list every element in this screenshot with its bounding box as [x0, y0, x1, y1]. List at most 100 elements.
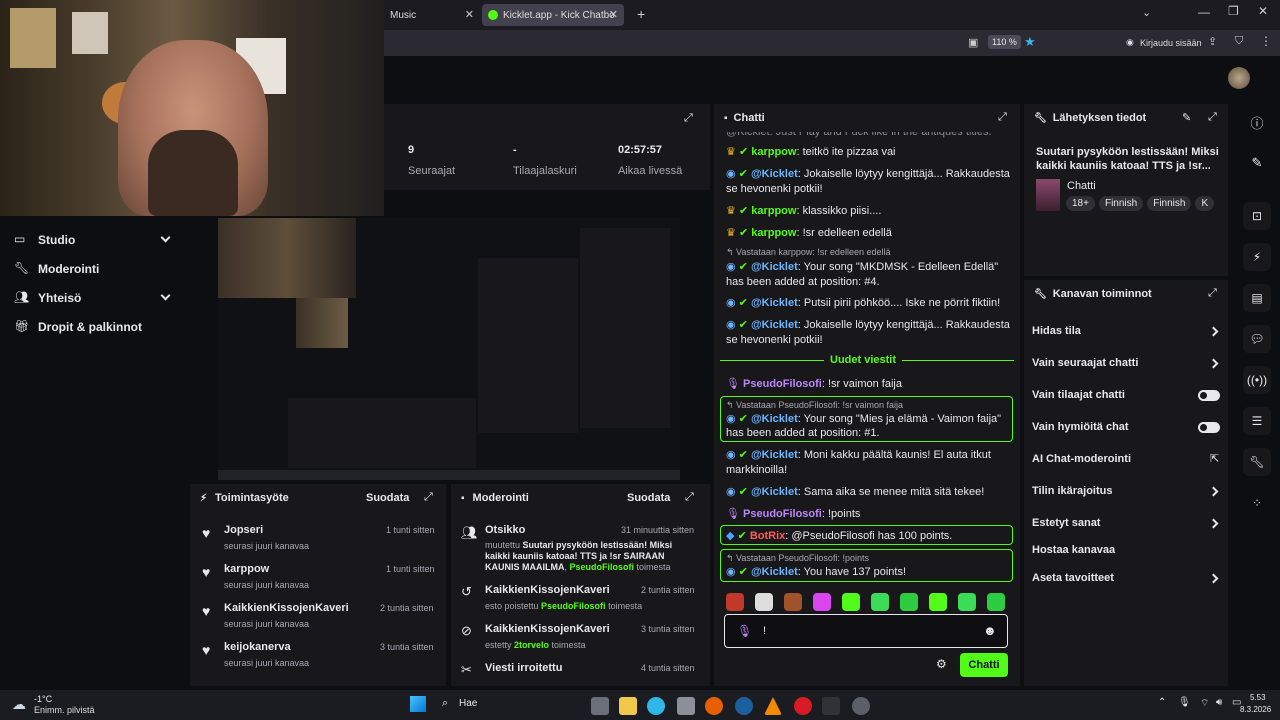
wifi-icon[interactable]: ⌔	[1200, 697, 1209, 710]
chat-username[interactable]: @Kicklet	[751, 168, 798, 180]
chat-input[interactable]: 🎙︎ ! ☻	[724, 614, 1008, 648]
subs-only-toggle[interactable]	[1198, 390, 1220, 401]
tab-kicklet[interactable]: Kicklet.app - Kick Chatbot and C ✕	[482, 4, 624, 26]
action-age-restriction[interactable]: Tilin ikärajoitus	[1024, 484, 1228, 500]
document-icon[interactable]: ▤	[1243, 284, 1271, 312]
mod-action[interactable]: KaikkienKissojenKaveri	[485, 584, 610, 596]
chat-bubble-icon[interactable]: 💬︎	[1243, 325, 1271, 353]
star-icon[interactable]: ★	[1024, 34, 1036, 50]
sidebar-item-community[interactable]: 👥︎ Yhteisö	[0, 288, 190, 308]
category-name[interactable]: Chatti	[1067, 180, 1096, 192]
chat-username[interactable]: @Kicklet	[751, 486, 798, 498]
emoji-icon[interactable]: ☻	[983, 623, 997, 638]
clock-time[interactable]: 5.53	[1250, 693, 1266, 702]
sidebar-item-moderation[interactable]: 🔧︎ Moderointi	[0, 259, 190, 279]
popout-icon[interactable]: ⤢	[998, 111, 1007, 124]
chat-username[interactable]: @Kicklet	[751, 566, 798, 578]
chevron-up-icon[interactable]: ⌃	[1158, 697, 1166, 708]
file-explorer-icon[interactable]	[619, 697, 637, 715]
emote[interactable]	[929, 593, 947, 611]
popout-icon[interactable]: ⤢	[1208, 287, 1217, 300]
popout-icon[interactable]: ⤢	[424, 491, 433, 504]
activity-user[interactable]: KaikkienKissojenKaveri	[224, 602, 349, 614]
tag[interactable]: Finnish	[1147, 196, 1192, 211]
camera-icon[interactable]: ⊡	[1243, 202, 1271, 230]
zoom-badge[interactable]: 110 %	[988, 35, 1021, 49]
chat-username[interactable]: karppow	[751, 227, 796, 239]
emote[interactable]	[958, 593, 976, 611]
weather-desc[interactable]: Enimm. pilvistä	[34, 705, 95, 715]
list-icon[interactable]: ☰	[1243, 407, 1271, 435]
popout-icon[interactable]: ⤢	[1208, 111, 1217, 124]
mod-user[interactable]: 2torvelo	[514, 640, 549, 650]
emote[interactable]	[987, 593, 1005, 611]
emote[interactable]	[755, 593, 773, 611]
close-window-icon[interactable]: ✕	[1258, 4, 1268, 18]
vlc-icon[interactable]	[764, 697, 782, 715]
search-icon[interactable]: ⌕	[442, 697, 448, 710]
volume-icon[interactable]: 🔊︎	[1216, 697, 1222, 708]
new-tab-icon[interactable]: +	[637, 6, 645, 22]
mod-action[interactable]: KaikkienKissojenKaveri	[485, 623, 610, 635]
avatar[interactable]	[1228, 67, 1250, 89]
sidebar-item-studio[interactable]: ▭ Studio	[0, 230, 190, 250]
account-icon[interactable]: ◉	[1126, 37, 1134, 48]
action-followers-only[interactable]: Vain seuraajat chatti	[1024, 356, 1228, 372]
emote[interactable]	[813, 593, 831, 611]
store-icon[interactable]	[677, 697, 695, 715]
close-icon[interactable]: ✕	[465, 8, 474, 21]
chat-username[interactable]: @Kicklet	[751, 297, 798, 309]
minimize-icon[interactable]: —	[1198, 5, 1210, 19]
edge-icon[interactable]	[647, 697, 665, 715]
emote[interactable]	[871, 593, 889, 611]
taskbar-search[interactable]: Hae	[459, 698, 477, 709]
menu-icon[interactable]: ⋮	[1260, 34, 1272, 48]
signin-link[interactable]: Kirjaudu sisään	[1140, 38, 1202, 48]
steam-icon[interactable]	[735, 697, 753, 715]
tag[interactable]: K	[1195, 196, 1215, 211]
close-icon[interactable]: ✕	[609, 8, 618, 21]
emote[interactable]	[842, 593, 860, 611]
task-view-icon[interactable]	[591, 697, 609, 715]
activity-user[interactable]: keijokanerva	[224, 641, 291, 653]
mod-user[interactable]: PseudoFilosofi	[541, 601, 606, 611]
maximize-icon[interactable]: ❐	[1228, 4, 1239, 18]
pencil-icon[interactable]: ✎	[1243, 149, 1271, 177]
gear-icon[interactable]: ⚙	[936, 657, 947, 671]
wrench-icon[interactable]: 🔧︎	[1243, 448, 1271, 476]
chat-username[interactable]: karppow	[751, 205, 796, 217]
info-icon[interactable]: ⓘ	[1243, 108, 1271, 136]
apps-icon[interactable]: ⁘	[1243, 489, 1271, 517]
weather-temp[interactable]: -1°C	[34, 694, 52, 704]
windows-start-icon[interactable]	[410, 696, 426, 712]
tag[interactable]: 18+	[1066, 196, 1095, 211]
chat-username[interactable]: PseudoFilosofi	[743, 508, 822, 520]
popout-icon[interactable]: ⤢	[684, 112, 693, 125]
chat-username[interactable]: @Kicklet	[751, 261, 798, 273]
clock-date[interactable]: 8.3.2026	[1240, 705, 1271, 714]
chat-username[interactable]: @Kicklet	[751, 319, 798, 331]
emote[interactable]	[784, 593, 802, 611]
broadcast-icon[interactable]: ((•))	[1243, 366, 1271, 394]
sidebar-item-drops[interactable]: 🎁︎ Dropit & palkinnot	[0, 317, 190, 337]
emote-only-toggle[interactable]	[1198, 422, 1220, 433]
chevron-down-icon[interactable]: ⌄	[1142, 6, 1151, 19]
filter-button[interactable]: Suodata	[366, 492, 409, 504]
action-slow-mode[interactable]: Hidas tila	[1024, 324, 1228, 340]
extensions-icon[interactable]: ⇪	[1208, 35, 1217, 48]
action-banned-words[interactable]: Estetyt sanat	[1024, 516, 1228, 532]
mic-icon[interactable]: 🎙︎	[1178, 697, 1191, 708]
firefox-icon[interactable]	[705, 697, 723, 715]
emote[interactable]	[726, 593, 744, 611]
action-goals[interactable]: Aseta tavoitteet	[1024, 571, 1228, 587]
filter-button[interactable]: Suodata	[627, 492, 670, 504]
terminal-icon[interactable]	[822, 697, 840, 715]
action-host[interactable]: Hostaa kanavaa	[1024, 543, 1228, 559]
bolt-icon[interactable]: ⚡︎	[1243, 243, 1271, 271]
activity-user[interactable]: karppow	[224, 563, 269, 575]
chat-username[interactable]: @Kicklet	[751, 413, 798, 425]
tab-music[interactable]: Music ✕	[384, 4, 480, 26]
send-chat-button[interactable]: Chatti	[960, 653, 1008, 677]
action-ai-moderation[interactable]: AI Chat-moderointi ⇱	[1024, 452, 1228, 468]
chat-username[interactable]: BotRix	[750, 530, 785, 542]
